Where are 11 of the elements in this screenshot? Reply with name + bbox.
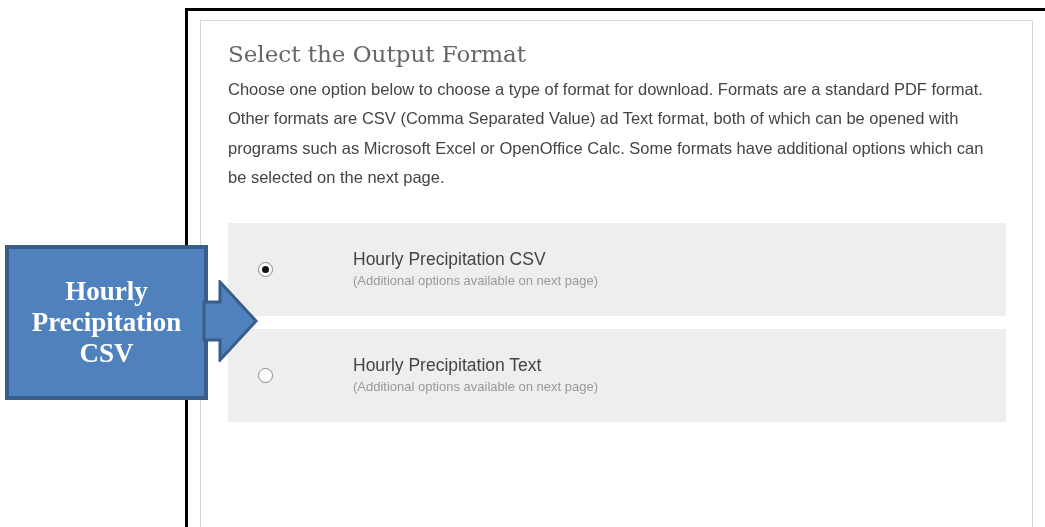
option-row[interactable]: Hourly Precipitation Text (Additional options available on next page)	[228, 328, 1006, 422]
option-note: (Additional options available on next page)	[353, 377, 598, 396]
option-row[interactable]: Hourly Precipitation CSV (Additional options available on next page)	[228, 222, 1006, 316]
radio-button[interactable]	[258, 261, 273, 277]
option-label: Hourly Precipitation CSV	[353, 247, 547, 271]
section-heading: Select the Output Format	[228, 41, 528, 69]
option-label: Hourly Precipitation Text	[353, 353, 543, 377]
radio-button[interactable]	[258, 367, 273, 383]
option-note: (Additional options available on next page)	[353, 271, 598, 290]
callout-label: Hourly Precipitation CSV	[5, 245, 208, 400]
description-text: Choose one option below to choose a type of format for download. Formats are a standard PDF format. Other formats are CSV (Comma Separated Value) ad Text format, both of which can be opened with programs such as Microsoft Excel or OpenOffice Calc. Some formats have additional options which can be selected on the next page.	[228, 78, 985, 189]
